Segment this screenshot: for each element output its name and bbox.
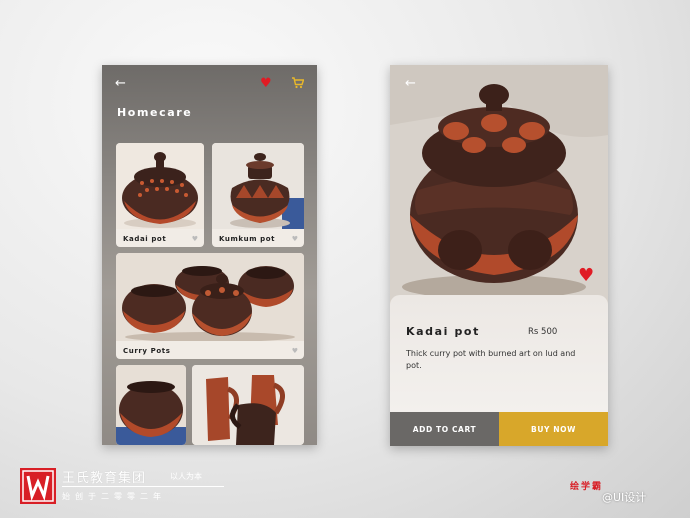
product-price: Rs 500 [528,327,558,337]
add-to-cart-button[interactable]: ADD TO CART [390,412,499,446]
cart-icon[interactable] [292,77,304,89]
product-detail-screen: ← ♥ Kadai pot Rs 500 Thick curry pot wit… [390,65,608,446]
brand-divider [62,486,224,487]
favorite-icon[interactable]: ♥ [292,235,298,243]
brand-logo-icon [20,468,56,504]
heart-icon[interactable]: ♥ [578,267,594,285]
back-arrow-icon[interactable]: ← [115,77,126,90]
kadai-pot-image [116,143,204,229]
curry-pots-image [116,253,304,341]
watermark: @UI设计 [602,491,647,504]
brand-name: 王氏教育集团 [62,471,147,486]
page-title: Homecare [117,106,193,119]
product-name: Kadai pot [406,325,480,338]
homecare-screen: ← ♥ Homecare Kadai pot ♥ Kumkum pot ♥ Cu… [102,65,317,445]
favorite-icon[interactable]: ♥ [192,235,198,243]
product-description: Thick curry pot with burned art on lud a… [406,349,576,370]
back-arrow-icon[interactable]: ← [405,77,416,90]
brand-mark-text: 绘学霸 [570,482,604,492]
brand-slogan: 始创于二零零二年 [62,492,166,501]
brand-tagline: 以人为本 [170,472,202,481]
product-detail-panel: Kadai pot Rs 500 Thick curry pot with bu… [390,295,608,412]
product-card-kumkum-pot[interactable]: Kumkum pot ♥ [212,143,304,247]
product-card-mugs[interactable] [192,365,304,445]
heart-icon[interactable]: ♥ [260,77,272,90]
product-card-pot[interactable] [116,365,186,445]
favorite-icon[interactable]: ♥ [292,347,298,355]
product-label: Kadai pot [123,235,167,243]
product-label: Curry Pots [123,347,171,355]
mugs-image [192,365,304,445]
product-card-kadai-pot[interactable]: Kadai pot ♥ [116,143,204,247]
buy-now-button[interactable]: BUY NOW [499,412,608,446]
product-card-curry-pots[interactable]: Curry Pots ♥ [116,253,304,359]
product-label: Kumkum pot [219,235,276,243]
pot-image [116,365,186,445]
product-hero-image [390,65,608,305]
kumkum-pot-image [212,143,304,229]
